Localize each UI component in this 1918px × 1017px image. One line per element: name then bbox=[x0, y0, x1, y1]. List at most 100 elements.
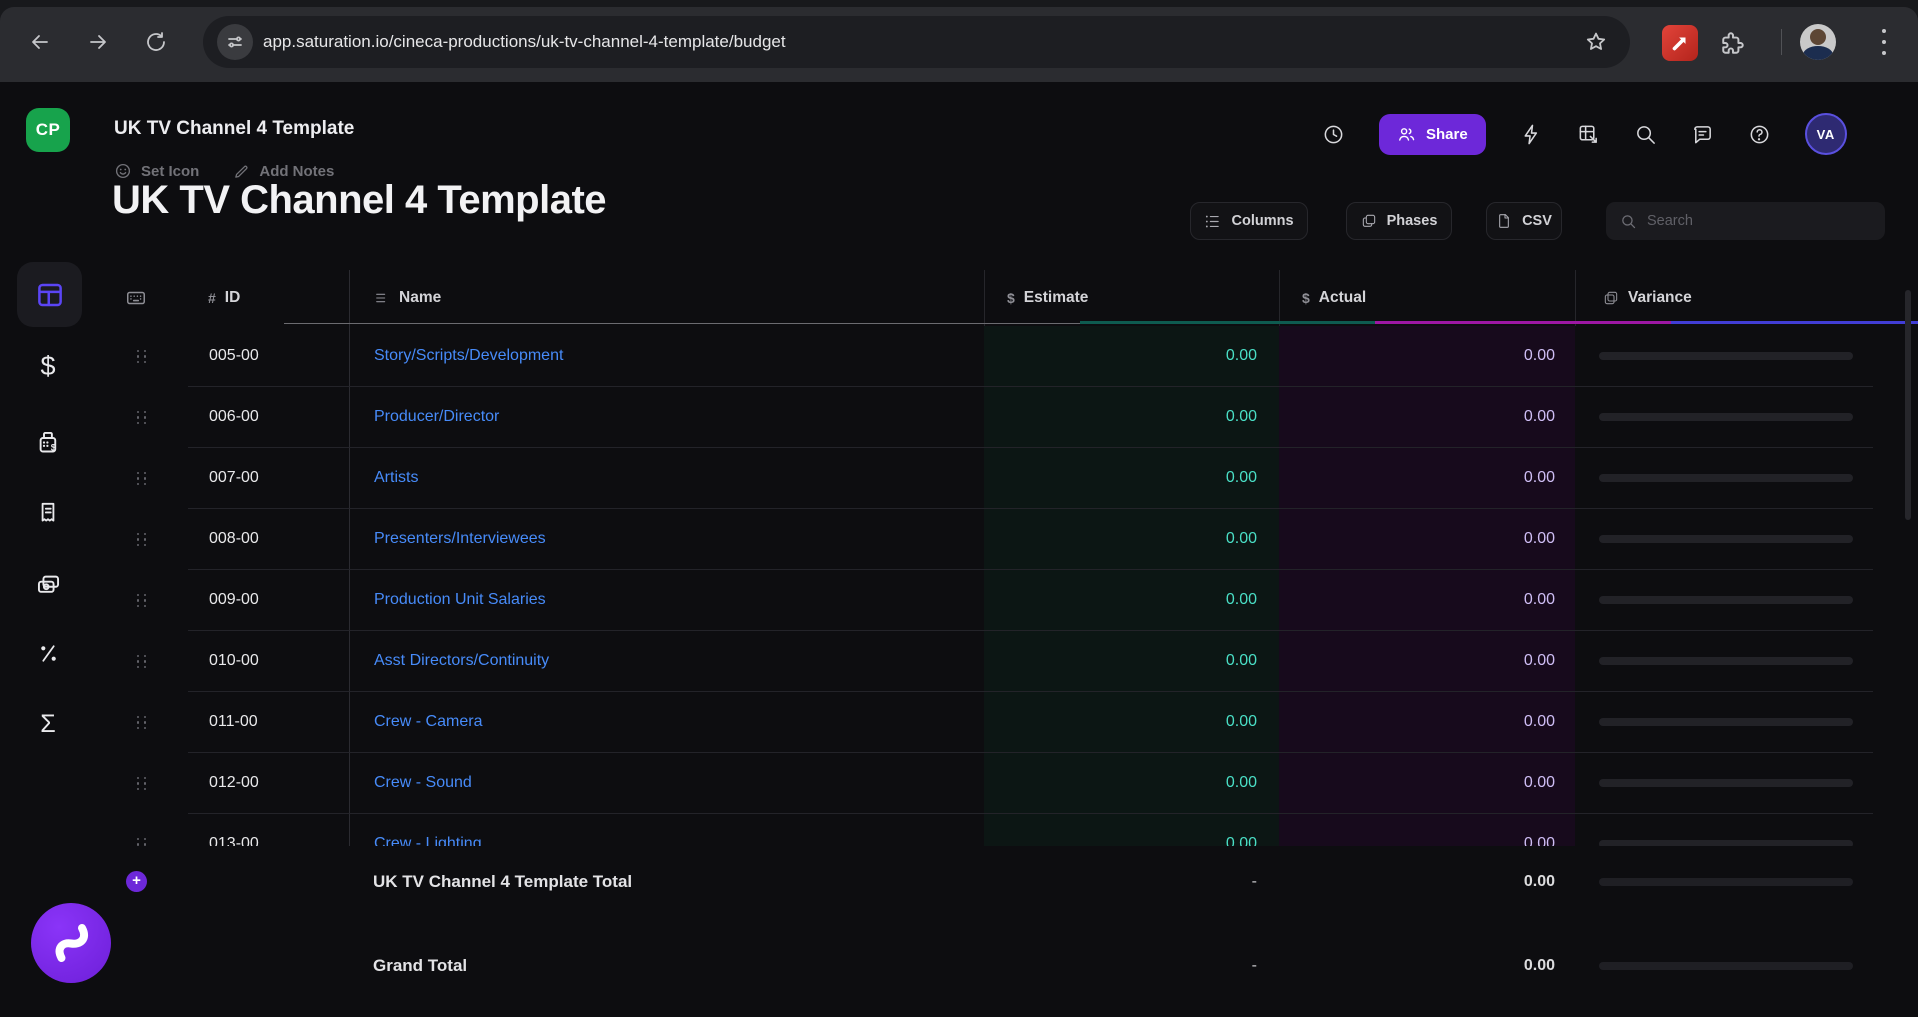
row-variance[interactable] bbox=[1575, 814, 1873, 846]
row-drag-handle[interactable] bbox=[96, 448, 188, 509]
row-variance[interactable] bbox=[1575, 509, 1873, 570]
row-id[interactable]: 009-00 bbox=[188, 570, 349, 631]
column-header-variance[interactable]: Variance bbox=[1575, 270, 1873, 326]
table-row[interactable]: 010-00 Asst Directors/Continuity 0.00 0.… bbox=[96, 631, 1918, 692]
row-variance[interactable] bbox=[1575, 326, 1873, 387]
row-estimate[interactable]: 0.00 bbox=[984, 570, 1279, 631]
table-row[interactable]: 008-00 Presenters/Interviewees 0.00 0.00 bbox=[96, 509, 1918, 570]
csv-button[interactable]: CSV bbox=[1486, 202, 1562, 240]
lightning-icon[interactable] bbox=[1520, 123, 1543, 146]
sidebar-item-dollar[interactable]: $ bbox=[0, 344, 96, 388]
history-clock-icon[interactable] bbox=[1322, 123, 1345, 146]
row-actual[interactable]: 0.00 bbox=[1279, 387, 1575, 448]
extensions-puzzle-icon[interactable] bbox=[1720, 30, 1746, 56]
row-variance[interactable] bbox=[1575, 448, 1873, 509]
row-estimate[interactable]: 0.00 bbox=[984, 448, 1279, 509]
row-drag-handle[interactable] bbox=[96, 570, 188, 631]
column-header-id[interactable]: # ID bbox=[188, 270, 349, 326]
row-actual[interactable]: 0.00 bbox=[1279, 570, 1575, 631]
row-actual[interactable]: 0.00 bbox=[1279, 692, 1575, 753]
user-avatar[interactable]: VA bbox=[1805, 113, 1847, 155]
row-drag-handle[interactable] bbox=[96, 814, 188, 846]
account-link[interactable]: Crew - Camera bbox=[374, 713, 482, 731]
row-drag-handle[interactable] bbox=[96, 692, 188, 753]
saturation-logo-button[interactable] bbox=[31, 903, 111, 983]
table-row[interactable]: 005-00 Story/Scripts/Development 0.00 0.… bbox=[96, 326, 1918, 387]
sidebar-item-fees[interactable] bbox=[0, 631, 96, 675]
account-link[interactable]: Presenters/Interviewees bbox=[374, 530, 546, 548]
column-header-estimate[interactable]: $ Estimate bbox=[984, 270, 1279, 326]
row-estimate[interactable]: 0.00 bbox=[984, 509, 1279, 570]
sidebar-item-invoices[interactable] bbox=[0, 491, 96, 535]
reload-icon[interactable] bbox=[144, 30, 168, 54]
table-scrollbar[interactable] bbox=[1905, 290, 1911, 520]
account-link[interactable]: Production Unit Salaries bbox=[374, 591, 546, 609]
row-name[interactable]: Presenters/Interviewees bbox=[349, 509, 984, 570]
browser-profile-avatar[interactable] bbox=[1800, 24, 1836, 60]
row-drag-handle[interactable] bbox=[96, 631, 188, 692]
table-row[interactable]: 012-00 Crew - Sound 0.00 0.00 bbox=[96, 753, 1918, 814]
row-actual[interactable]: 0.00 bbox=[1279, 814, 1575, 846]
keyboard-icon[interactable] bbox=[125, 287, 147, 309]
row-estimate[interactable]: 0.00 bbox=[984, 692, 1279, 753]
sidebar-item-budget[interactable] bbox=[17, 262, 82, 327]
row-actual[interactable]: 0.00 bbox=[1279, 753, 1575, 814]
row-id[interactable]: 006-00 bbox=[188, 387, 349, 448]
table-export-icon[interactable] bbox=[1577, 123, 1600, 146]
row-id[interactable]: 010-00 bbox=[188, 631, 349, 692]
help-icon[interactable] bbox=[1748, 123, 1771, 146]
bookmark-star-icon[interactable] bbox=[1584, 30, 1608, 54]
row-name[interactable]: Production Unit Salaries bbox=[349, 570, 984, 631]
account-link[interactable]: Crew - Sound bbox=[374, 774, 472, 792]
forward-icon[interactable] bbox=[86, 30, 110, 54]
row-drag-handle[interactable] bbox=[96, 387, 188, 448]
row-variance[interactable] bbox=[1575, 631, 1873, 692]
phases-button[interactable]: Phases bbox=[1346, 202, 1452, 240]
row-estimate[interactable]: 0.00 bbox=[984, 631, 1279, 692]
row-name[interactable]: Artists bbox=[349, 448, 984, 509]
row-actual[interactable]: 0.00 bbox=[1279, 326, 1575, 387]
table-row[interactable]: 013-00 Crew - Lighting 0.00 0.00 bbox=[96, 814, 1918, 846]
table-row[interactable]: 007-00 Artists 0.00 0.00 bbox=[96, 448, 1918, 509]
column-header-actual[interactable]: $ Actual bbox=[1279, 270, 1575, 326]
table-row[interactable]: 009-00 Production Unit Salaries 0.00 0.0… bbox=[96, 570, 1918, 631]
row-estimate[interactable]: 0.00 bbox=[984, 326, 1279, 387]
account-link[interactable]: Story/Scripts/Development bbox=[374, 347, 563, 365]
row-name[interactable]: Asst Directors/Continuity bbox=[349, 631, 984, 692]
search-input[interactable] bbox=[1647, 213, 1871, 229]
add-notes-button[interactable]: Add Notes bbox=[233, 163, 334, 180]
row-variance[interactable] bbox=[1575, 387, 1873, 448]
row-variance[interactable] bbox=[1575, 753, 1873, 814]
columns-button[interactable]: Columns bbox=[1190, 202, 1308, 240]
account-link[interactable]: Asst Directors/Continuity bbox=[374, 652, 549, 670]
sidebar-item-payroll[interactable]: $ bbox=[0, 420, 96, 464]
comments-icon[interactable] bbox=[1691, 123, 1714, 146]
row-id[interactable]: 011-00 bbox=[188, 692, 349, 753]
row-id[interactable]: 007-00 bbox=[188, 448, 349, 509]
sidebar-item-cash[interactable] bbox=[0, 562, 96, 606]
row-estimate[interactable]: 0.00 bbox=[984, 814, 1279, 846]
row-drag-handle[interactable] bbox=[96, 509, 188, 570]
search-icon[interactable] bbox=[1634, 123, 1657, 146]
row-name[interactable]: Crew - Lighting bbox=[349, 814, 984, 846]
url-bar[interactable]: app.saturation.io/cineca-productions/uk-… bbox=[203, 16, 1630, 68]
browser-menu-icon[interactable] bbox=[1882, 29, 1886, 55]
account-link[interactable]: Artists bbox=[374, 469, 418, 487]
site-info-icon[interactable] bbox=[217, 24, 253, 60]
row-name[interactable]: Crew - Camera bbox=[349, 692, 984, 753]
row-estimate[interactable]: 0.00 bbox=[984, 387, 1279, 448]
workspace-badge[interactable]: CP bbox=[26, 108, 70, 152]
row-id[interactable]: 012-00 bbox=[188, 753, 349, 814]
column-header-name[interactable]: Name bbox=[349, 270, 984, 326]
back-icon[interactable] bbox=[28, 30, 52, 54]
row-estimate[interactable]: 0.00 bbox=[984, 753, 1279, 814]
row-id[interactable]: 008-00 bbox=[188, 509, 349, 570]
row-name[interactable]: Crew - Sound bbox=[349, 753, 984, 814]
row-actual[interactable]: 0.00 bbox=[1279, 509, 1575, 570]
row-id[interactable]: 013-00 bbox=[188, 814, 349, 846]
row-variance[interactable] bbox=[1575, 570, 1873, 631]
account-link[interactable]: Producer/Director bbox=[374, 408, 499, 426]
sidebar-item-totals[interactable]: Σ bbox=[0, 702, 96, 746]
table-row[interactable]: 011-00 Crew - Camera 0.00 0.00 bbox=[96, 692, 1918, 753]
table-row[interactable]: 006-00 Producer/Director 0.00 0.00 bbox=[96, 387, 1918, 448]
